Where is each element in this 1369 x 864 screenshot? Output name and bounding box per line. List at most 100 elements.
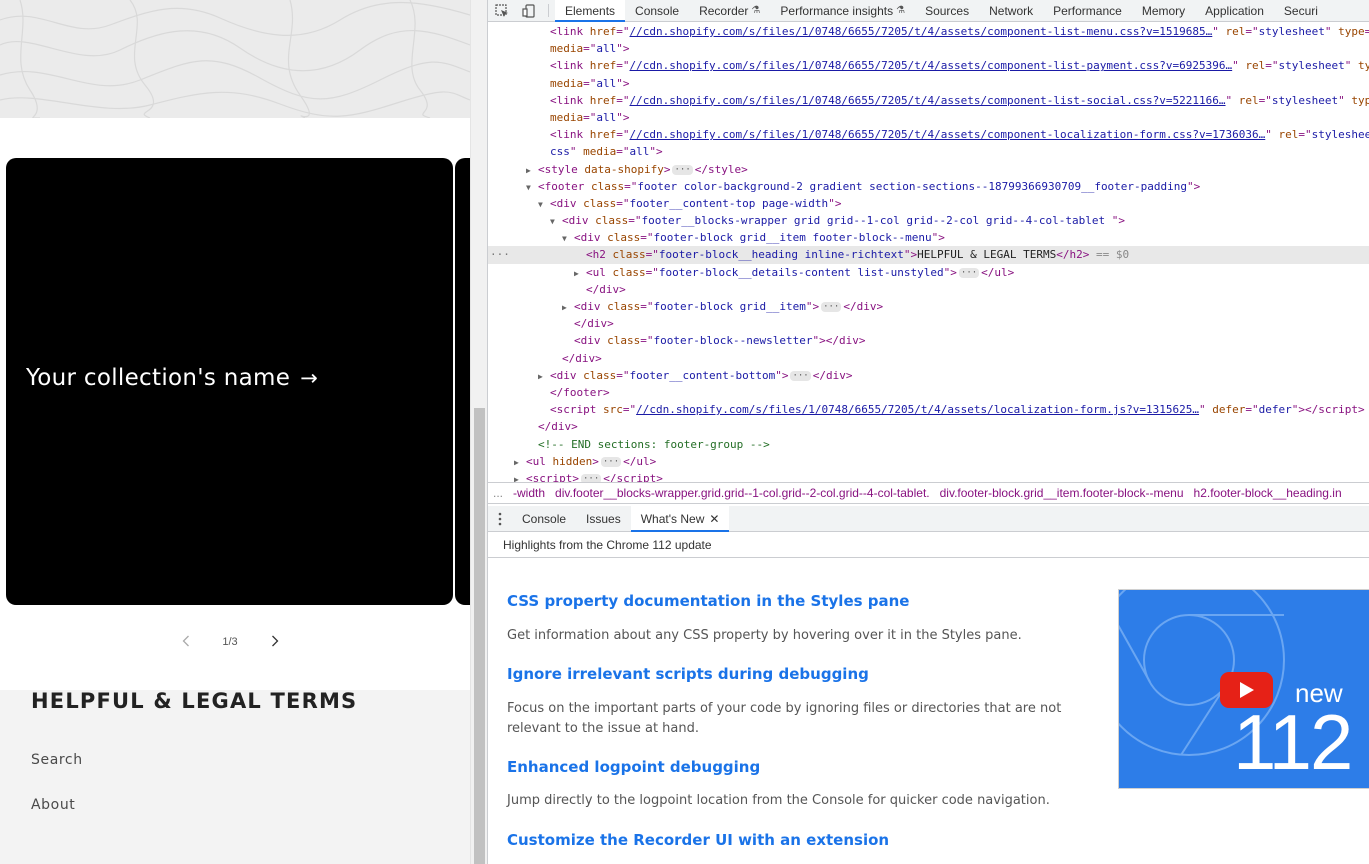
dom-node-line[interactable]: ▶ <div class="footer__content-bottom"> ···… [488,367,1369,384]
breadcrumb-item[interactable]: div.footer__blocks-wrapper.grid.grid--1-… [550,486,935,500]
dom-node-line[interactable]: ▶ <ul class="footer-block__details-conten… [488,264,1369,281]
device-toolbar-button[interactable] [515,0,542,21]
inspect-element-button[interactable] [488,0,515,21]
whats-new-item-desc: Jump directly to the logpoint location f… [507,793,1050,808]
expand-triangle-icon[interactable]: ▼ [562,230,574,247]
dom-node-line[interactable]: media="all"> [488,109,1369,126]
tab-security[interactable]: Securi [1274,0,1328,21]
collection-card-next[interactable] [455,158,470,605]
drawer-tab-bar: Console Issues What's New ✕ [488,506,1369,532]
collapse-triangle-icon[interactable]: ▶ [538,368,550,385]
dom-node-line[interactable]: <link href="//cdn.shopify.com/s/files/1/… [488,126,1369,143]
dom-node-line[interactable]: <div class="footer-block--newsletter"></… [488,332,1369,349]
dom-node-markup: </div> [562,351,602,365]
dom-node-line[interactable]: </div> [488,350,1369,367]
drawer-tab-issues[interactable]: Issues [576,506,631,531]
page-scrollbar[interactable] [470,0,487,864]
dom-node-markup: <ul hidden> ··· </ul> [526,454,657,468]
chevron-right-icon [272,635,279,647]
arrow-right-icon: → [300,366,319,390]
tab-performance[interactable]: Performance [1043,0,1132,21]
expand-triangle-icon[interactable]: ▼ [550,213,562,230]
whats-new-item-title[interactable]: Customize the Recorder UI with an extens… [507,831,889,849]
dom-node-line[interactable]: ▶ <script> ··· </script> [488,470,1369,482]
page-scrollbar-thumb[interactable] [474,408,485,864]
collapse-triangle-icon[interactable]: ▶ [562,299,574,316]
tab-label: Memory [1141,3,1186,18]
tab-label: What's New [640,511,705,526]
node-actions-icon[interactable]: ··· [490,246,510,263]
dom-node-markup: <link href="//cdn.shopify.com/s/files/1/… [550,25,1369,38]
dom-node-markup: <div class="footer__content-bottom"> ··· <… [550,368,853,382]
dom-node-markup: <script src="//cdn.shopify.com/s/files/1… [550,403,1365,417]
tab-label: Issues [586,511,621,526]
tab-recorder[interactable]: Recorder ⚗ [689,0,770,21]
drawer-tab-whats-new[interactable]: What's New ✕ [630,506,730,532]
dom-node-line[interactable]: ▼ <div class="footer__content-top page-wi… [488,195,1369,212]
dom-node-markup: </div> [574,317,614,331]
dom-node-line[interactable]: <!-- END sections: footer-group --> [488,436,1369,453]
expand-triangle-icon[interactable]: ▼ [526,179,538,196]
dom-node-selected[interactable]: ··· <h2 class="footer-block__heading inli… [488,246,1369,264]
dom-node-markup: <link href="//cdn.shopify.com/s/files/1/… [550,128,1369,142]
expand-triangle-icon[interactable]: ▼ [538,196,550,213]
dom-node-line[interactable]: ▼ <div class="footer__blocks-wrapper grid… [488,212,1369,229]
slider-prev-button[interactable] [176,630,196,652]
dom-node-markup: <footer class="footer color-background-2… [538,179,1201,193]
collection-card[interactable]: Your collection's name → [6,158,453,605]
tab-elements[interactable]: Elements [555,0,626,22]
close-icon[interactable]: ✕ [709,512,719,526]
tab-console[interactable]: Console [625,0,689,21]
dom-node-line[interactable]: <link href="//cdn.shopify.com/s/files/1/… [488,23,1369,40]
footer-link-search[interactable]: Search [31,752,83,768]
dom-node-markup: <div class="footer__blocks-wrapper grid … [562,214,1125,228]
tab-network[interactable]: Network [979,0,1043,21]
footer-link-about[interactable]: About [31,797,75,813]
dom-node-markup: <ul class="footer-block__details-content… [586,265,1015,279]
drawer-menu-button[interactable] [488,506,512,531]
collapse-triangle-icon[interactable]: ▶ [514,454,526,471]
dom-node-line[interactable]: </footer> [488,384,1369,401]
dom-node-markup: media="all"> [550,110,630,124]
whats-new-item-title[interactable]: Ignore irrelevant scripts during debuggi… [507,665,869,683]
tab-performance-insights[interactable]: Performance insights ⚗ [770,0,915,21]
collapse-triangle-icon[interactable]: ▶ [526,162,538,179]
whats-new-item-desc: Focus on the important parts of your cod… [507,701,1062,736]
dom-node-markup: <link href="//cdn.shopify.com/s/files/1/… [550,59,1369,73]
dom-node-line[interactable]: css" media="all"> [488,143,1369,160]
inspect-cursor-icon [494,3,508,17]
slider-next-button[interactable] [265,630,285,652]
breadcrumb-item[interactable]: -width [508,486,550,500]
tab-memory[interactable]: Memory [1132,0,1195,21]
breadcrumb-item-selected[interactable]: h2.footer-block__heading.in [1189,486,1347,500]
collapse-triangle-icon[interactable]: ▶ [574,265,586,282]
tab-application[interactable]: Application [1195,0,1274,21]
more-vertical-icon [498,512,502,525]
collection-card-title[interactable]: Your collection's name → [26,365,318,391]
dom-node-line[interactable]: ▶ <ul hidden> ··· </ul> [488,453,1369,470]
dom-node-line[interactable]: ▶ <style data-shopify> ··· </style> [488,161,1369,178]
dom-node-line[interactable]: media="all"> [488,75,1369,92]
breadcrumb-overflow[interactable]: ... [488,486,508,500]
dom-node-line[interactable]: </div> [488,281,1369,298]
drawer-tab-console[interactable]: Console [512,506,576,531]
dom-node-markup: <h2 class="footer-block__heading inline-… [586,248,1130,262]
dom-node-line[interactable]: </div> [488,418,1369,435]
collapse-triangle-icon[interactable]: ▶ [514,471,526,482]
dom-node-line[interactable]: ▶ <div class="footer-block grid__item"> ··… [488,298,1369,315]
whats-new-item-title[interactable]: Enhanced logpoint debugging [507,758,760,776]
dom-node-line[interactable]: <link href="//cdn.shopify.com/s/files/1/… [488,92,1369,109]
breadcrumb-item[interactable]: div.footer-block.grid__item.footer-block… [935,486,1189,500]
dom-node-line[interactable]: <script src="//cdn.shopify.com/s/files/1… [488,401,1369,418]
whats-new-item-title[interactable]: CSS property documentation in the Styles… [507,592,909,610]
dom-node-line[interactable]: ▼ <footer class="footer color-background-… [488,178,1369,195]
dom-node-line[interactable]: <link href="//cdn.shopify.com/s/files/1/… [488,57,1369,74]
dom-node-line[interactable]: media="all"> [488,40,1369,57]
dom-node-line[interactable]: </div> [488,315,1369,332]
elements-dom-tree[interactable]: <link href="//cdn.shopify.com/s/files/1/… [488,23,1369,482]
dom-node-line[interactable]: ▼ <div class="footer-block grid__item foo… [488,229,1369,246]
tab-label: Console [635,3,680,18]
whats-new-video-thumbnail[interactable]: new 112 [1118,589,1369,789]
experiment-flask-icon: ⚗ [896,5,906,16]
tab-sources[interactable]: Sources [915,0,979,21]
